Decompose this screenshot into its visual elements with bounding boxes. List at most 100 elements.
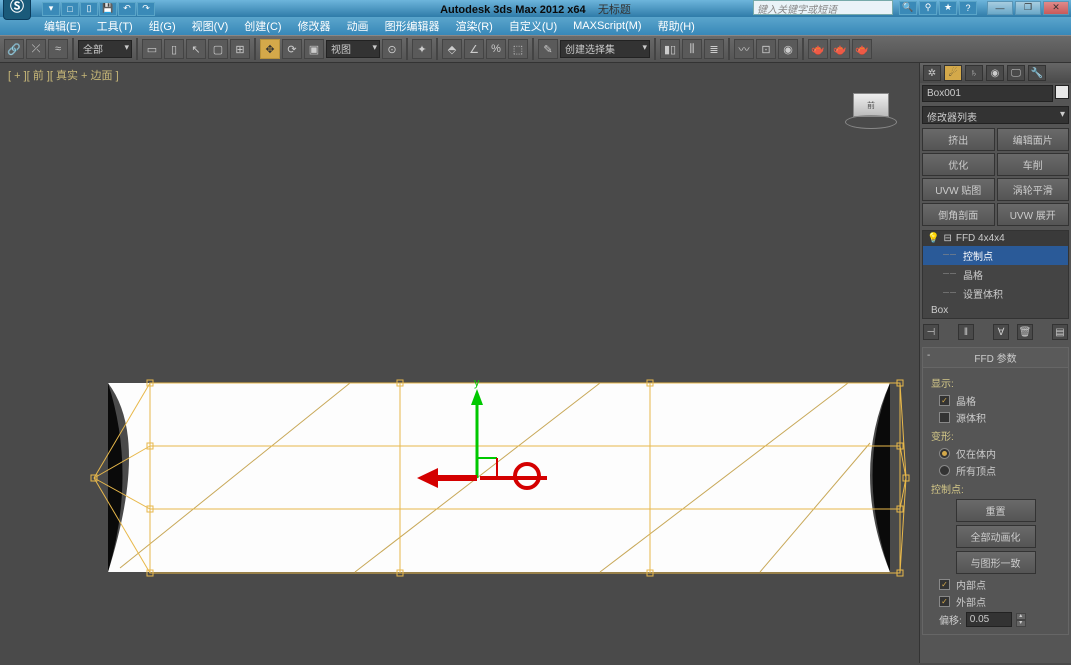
viewport[interactable]: [ + ][ 前 ][ 真实 + 边面 ] 前: [0, 63, 919, 663]
mod-lathe[interactable]: 车削: [997, 153, 1070, 176]
qat-open-icon[interactable]: ▯: [80, 2, 98, 16]
move-icon[interactable]: ✥: [260, 39, 280, 59]
source-volume-checkbox[interactable]: [939, 412, 950, 423]
mod-bevelprofile[interactable]: 倒角剖面: [922, 203, 995, 226]
menu-animation[interactable]: 动画: [339, 16, 377, 36]
scale-icon[interactable]: ▣: [304, 39, 324, 59]
qat-save-icon[interactable]: 💾: [99, 2, 117, 16]
pivot-icon[interactable]: ⊙: [382, 39, 402, 59]
qat-new-icon[interactable]: □: [61, 2, 79, 16]
render-setup-icon[interactable]: 🫖: [808, 39, 828, 59]
mod-optimize[interactable]: 优化: [922, 153, 995, 176]
render-icon[interactable]: 🫖: [852, 39, 872, 59]
close-button[interactable]: ✕: [1043, 1, 1069, 15]
display-tab-icon[interactable]: 🖵: [1007, 65, 1025, 81]
animate-all-button[interactable]: 全部动画化: [956, 525, 1036, 548]
stack-box[interactable]: Box: [923, 303, 1068, 318]
modifier-buttons: 挤出 编辑面片 优化 车削 UVW 贴图 涡轮平滑 倒角剖面 UVW 展开: [920, 126, 1071, 228]
conform-button[interactable]: 与图形一致: [956, 551, 1036, 574]
restore-button[interactable]: ❐: [1015, 1, 1041, 15]
search-icon[interactable]: 🔍: [899, 1, 917, 15]
reset-button[interactable]: 重置: [956, 499, 1036, 522]
menu-group[interactable]: 组(G): [141, 16, 184, 36]
stack-setvolume[interactable]: ┄┄设置体积: [923, 284, 1068, 303]
offset-spinner-arrows[interactable]: ▴▾: [1016, 613, 1026, 627]
link-icon[interactable]: 🔗: [4, 39, 24, 59]
show-end-icon[interactable]: ‖: [958, 324, 974, 340]
lattice-checkbox[interactable]: ✓: [939, 395, 950, 406]
menu-modifiers[interactable]: 修改器: [290, 16, 339, 36]
create-tab-icon[interactable]: ✲: [923, 65, 941, 81]
utilities-tab-icon[interactable]: 🔧: [1028, 65, 1046, 81]
pin-stack-icon[interactable]: ⊣: [923, 324, 939, 340]
modify-tab-icon[interactable]: ☄: [944, 65, 962, 81]
qat-redo-icon[interactable]: ↷: [137, 2, 155, 16]
modifier-stack[interactable]: 💡⊟FFD 4x4x4 ┄┄控制点 ┄┄晶格 ┄┄设置体积 Box: [922, 230, 1069, 319]
material-editor-icon[interactable]: ◉: [778, 39, 798, 59]
qat-btn[interactable]: ▾: [42, 2, 60, 16]
stack-controlpoints[interactable]: ┄┄控制点: [923, 246, 1068, 265]
schematic-icon[interactable]: ⊡: [756, 39, 776, 59]
configure-icon[interactable]: ▤: [1052, 324, 1068, 340]
object-name-input[interactable]: Box001: [922, 85, 1053, 102]
app-icon[interactable]: Ⓢ: [3, 0, 31, 20]
mod-editpatch[interactable]: 编辑面片: [997, 128, 1070, 151]
mirror-icon[interactable]: ▮▯: [660, 39, 680, 59]
stack-lattice[interactable]: ┄┄晶格: [923, 265, 1068, 284]
selection-filter[interactable]: 全部: [78, 40, 132, 58]
remove-mod-icon[interactable]: 🗑: [1017, 324, 1033, 340]
qat-undo-icon[interactable]: ↶: [118, 2, 136, 16]
mod-turbosmooth[interactable]: 涡轮平滑: [997, 178, 1070, 201]
angle-snap-icon[interactable]: ∠: [464, 39, 484, 59]
menu-views[interactable]: 视图(V): [184, 16, 237, 36]
object-color-swatch[interactable]: [1055, 85, 1069, 99]
edit-named-icon[interactable]: ✎: [538, 39, 558, 59]
fav-icon[interactable]: ★: [939, 1, 957, 15]
menu-rendering[interactable]: 渲染(R): [448, 16, 501, 36]
select-arrow-icon[interactable]: ↖: [186, 39, 206, 59]
manip-icon[interactable]: ✦: [412, 39, 432, 59]
offset-spinner[interactable]: 0.05: [966, 612, 1012, 627]
all-vertices-radio[interactable]: [939, 465, 950, 476]
ref-coord[interactable]: 视图: [326, 40, 380, 58]
mod-extrude[interactable]: 挤出: [922, 128, 995, 151]
rotate-icon[interactable]: ⟳: [282, 39, 302, 59]
rendered-frame-icon[interactable]: 🫖: [830, 39, 850, 59]
select-icon[interactable]: ▭: [142, 39, 162, 59]
inside-points-checkbox[interactable]: ✓: [939, 579, 950, 590]
unlink-icon[interactable]: ⤫: [26, 39, 46, 59]
outside-points-checkbox[interactable]: ✓: [939, 596, 950, 607]
hierarchy-tab-icon[interactable]: ♄: [965, 65, 983, 81]
percent-snap-icon[interactable]: %: [486, 39, 506, 59]
mod-uvwmap[interactable]: UVW 贴图: [922, 178, 995, 201]
bind-icon[interactable]: ≈: [48, 39, 68, 59]
minimize-button[interactable]: —: [987, 1, 1013, 15]
motion-tab-icon[interactable]: ◉: [986, 65, 1004, 81]
help-icon[interactable]: ?: [959, 1, 977, 15]
rollout-header[interactable]: -FFD 参数: [923, 348, 1068, 368]
viewport-canvas[interactable]: y: [0, 63, 919, 663]
stack-ffd[interactable]: 💡⊟FFD 4x4x4: [923, 231, 1068, 246]
help-search-input[interactable]: 键入关键字或短语: [753, 0, 893, 15]
mod-unwrapuvw[interactable]: UVW 展开: [997, 203, 1070, 226]
spinner-snap-icon[interactable]: ⬚: [508, 39, 528, 59]
menu-create[interactable]: 创建(C): [236, 16, 289, 36]
curve-editor-icon[interactable]: 〰: [734, 39, 754, 59]
layers-icon[interactable]: ≣: [704, 39, 724, 59]
window-crossing-icon[interactable]: ⊞: [230, 39, 250, 59]
menu-tools[interactable]: 工具(T): [89, 16, 141, 36]
only-in-volume-radio[interactable]: [939, 448, 950, 459]
make-unique-icon[interactable]: ∀: [993, 324, 1009, 340]
snap-icon[interactable]: ⬘: [442, 39, 462, 59]
menu-grapheditors[interactable]: 图形编辑器: [377, 16, 448, 36]
select-name-icon[interactable]: ▯: [164, 39, 184, 59]
menu-customize[interactable]: 自定义(U): [501, 16, 565, 36]
menu-help[interactable]: 帮助(H): [650, 16, 703, 36]
comm-icon[interactable]: ⚲: [919, 1, 937, 15]
named-selection[interactable]: 创建选择集: [560, 40, 650, 58]
modifier-list[interactable]: 修改器列表: [922, 106, 1069, 124]
select-region-icon[interactable]: ▢: [208, 39, 228, 59]
menu-edit[interactable]: 编辑(E): [36, 16, 89, 36]
menu-maxscript[interactable]: MAXScript(M): [565, 18, 649, 34]
align-icon[interactable]: ⫼: [682, 39, 702, 59]
